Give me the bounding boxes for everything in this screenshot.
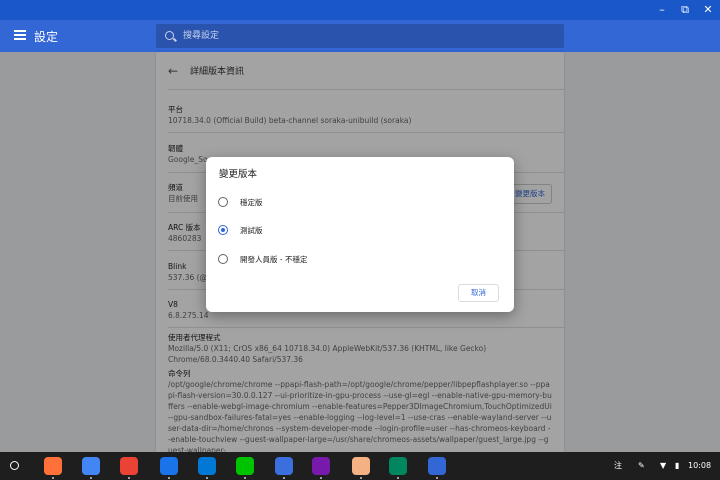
menu-icon[interactable] [14, 30, 26, 40]
files-icon[interactable] [160, 457, 178, 475]
stylus-icon[interactable]: ✎ [638, 452, 645, 480]
radio-label: 開發人員版 - 不穩定 [240, 255, 308, 264]
running-indicator [128, 477, 130, 479]
running-indicator [244, 477, 246, 479]
play-store-icon[interactable] [389, 457, 407, 475]
radio-button-checked[interactable] [218, 225, 228, 235]
onenote-icon[interactable] [312, 457, 330, 475]
sketch-icon[interactable] [352, 457, 370, 475]
dialog-title: 變更版本 [219, 169, 258, 180]
launcher-icon[interactable] [10, 461, 19, 470]
running-indicator [90, 477, 92, 479]
close-icon[interactable]: ✕ [700, 2, 716, 18]
running-indicator [52, 477, 54, 479]
battery-icon[interactable]: ▮ [675, 452, 679, 480]
search-icon [165, 31, 174, 40]
firefox-icon[interactable] [44, 457, 62, 475]
messages-icon[interactable] [275, 457, 293, 475]
gmail-icon[interactable] [120, 457, 138, 475]
running-indicator [320, 477, 322, 479]
running-indicator [436, 477, 438, 479]
running-indicator [283, 477, 285, 479]
change-channel-dialog: 變更版本 穩定版 測試版 開發人員版 - 不穩定 取消 [206, 157, 514, 312]
search-input[interactable]: 搜尋設定 [183, 24, 219, 48]
chrome-icon[interactable] [82, 457, 100, 475]
running-indicator [360, 477, 362, 479]
clock[interactable]: 10:08 [688, 452, 711, 480]
app-header: 設定 搜尋設定 [0, 20, 720, 52]
ime-indicator[interactable]: 注 [614, 452, 622, 480]
window-frame: – ⧉ ✕ [0, 0, 720, 20]
search-box[interactable]: 搜尋設定 [156, 24, 564, 48]
settings-icon[interactable] [428, 457, 446, 475]
shelf: 注 ✎ ▼ ▮ 10:08 [0, 452, 720, 480]
outlook-icon[interactable] [198, 457, 216, 475]
radio-label: 測試版 [240, 226, 263, 235]
wifi-icon[interactable]: ▼ [660, 452, 666, 480]
running-indicator [168, 477, 170, 479]
running-indicator [397, 477, 399, 479]
cancel-button[interactable]: 取消 [458, 284, 499, 302]
radio-label: 穩定版 [240, 198, 263, 207]
line-icon[interactable] [236, 457, 254, 475]
minimize-icon[interactable]: – [654, 2, 670, 18]
radio-button[interactable] [218, 197, 228, 207]
running-indicator [206, 477, 208, 479]
app-title: 設定 [34, 30, 59, 44]
maximize-icon[interactable]: ⧉ [677, 2, 693, 18]
radio-button[interactable] [218, 254, 228, 264]
